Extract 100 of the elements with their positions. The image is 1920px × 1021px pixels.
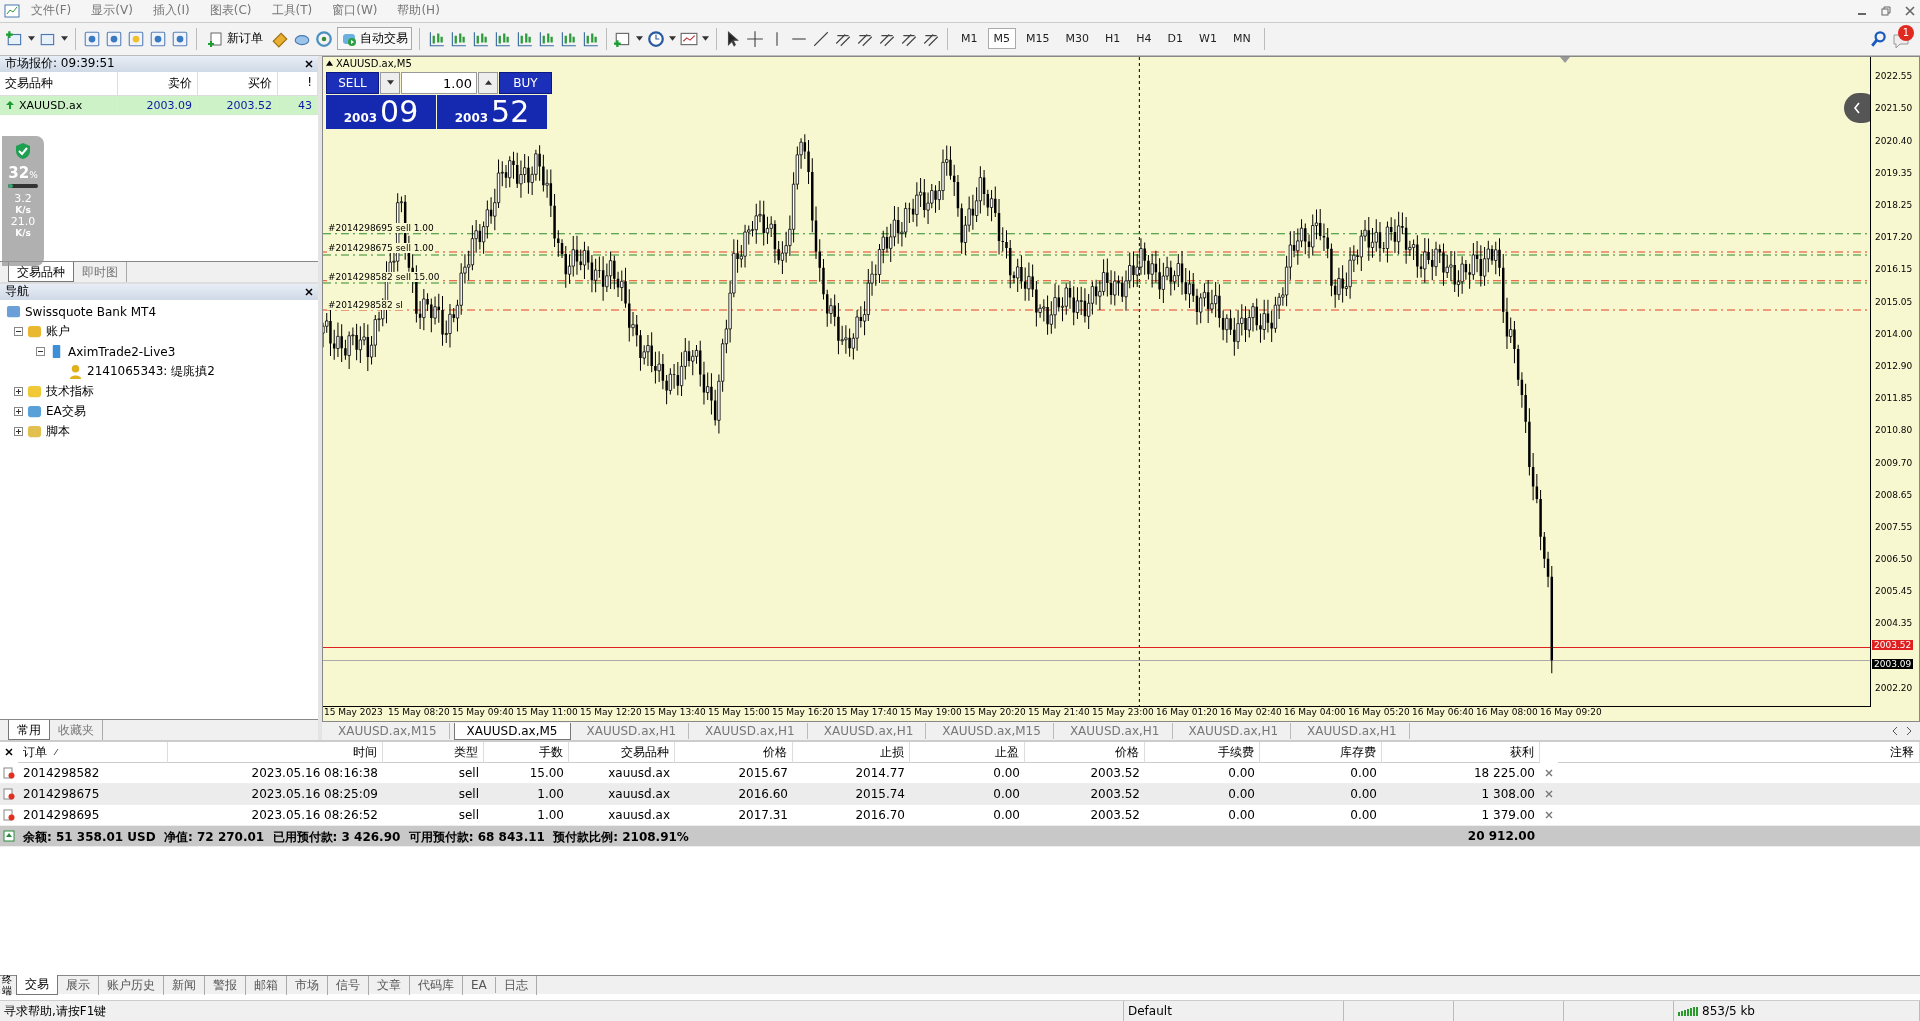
- column-header[interactable]: 注释: [1558, 742, 1920, 764]
- chart-tab[interactable]: XAUUSD.ax,M5: [453, 722, 571, 740]
- column-header[interactable]: 获利: [1382, 742, 1540, 764]
- terminal-tab[interactable]: 市场: [287, 975, 328, 995]
- sell-button[interactable]: SELL: [326, 71, 379, 94]
- caret-icon[interactable]: [669, 36, 676, 42]
- terminal-tab[interactable]: 警报: [205, 975, 246, 995]
- menu-item[interactable]: 显示(V): [82, 2, 142, 20]
- column-header[interactable]: 交易品种: [0, 71, 118, 96]
- column-header[interactable]: 手数: [484, 742, 569, 764]
- experts-icon: [27, 404, 42, 420]
- menu-item[interactable]: 文件(F): [22, 2, 81, 20]
- menu-item[interactable]: 插入(I): [143, 2, 199, 20]
- tree-item[interactable]: EA交易: [46, 403, 86, 421]
- tree-item[interactable]: 脚本: [46, 423, 70, 441]
- time-label: 15 May 17:40: [836, 707, 899, 720]
- terminal-tab[interactable]: 代码库: [410, 975, 463, 995]
- panel-tab[interactable]: 即时图: [74, 261, 127, 282]
- collapse-icon[interactable]: [36, 347, 45, 357]
- chart-tab[interactable]: XAUUSD.ax,H1: [693, 723, 808, 740]
- column-header[interactable]: 价格: [675, 742, 793, 764]
- signal-icon[interactable]: [315, 29, 333, 48]
- chart-tab[interactable]: XAUUSD.ax,H1: [1057, 723, 1173, 740]
- caret-icon[interactable]: [28, 36, 35, 42]
- expand-icon[interactable]: [14, 387, 23, 397]
- close-order-icon[interactable]: [1545, 811, 1553, 820]
- bid-price[interactable]: 2003 09: [326, 94, 436, 129]
- column-header[interactable]: !: [278, 71, 318, 96]
- column-header[interactable]: 交易品种: [569, 742, 675, 764]
- timeframe-button[interactable]: M30: [1059, 28, 1095, 50]
- terminal-tab[interactable]: 新闻: [164, 975, 205, 995]
- terminal-tab[interactable]: 日志: [495, 975, 537, 995]
- tree-item[interactable]: Swissquote Bank MT4: [25, 304, 156, 319]
- terminal-tab[interactable]: 文章: [369, 975, 410, 995]
- close-icon[interactable]: [305, 59, 313, 68]
- clock-icon[interactable]: [647, 29, 665, 48]
- column-header[interactable]: 止损: [793, 742, 910, 764]
- menu-item[interactable]: 图表(C): [200, 2, 261, 20]
- lots-up-button[interactable]: [478, 71, 498, 94]
- new-chart-icon[interactable]: [6, 29, 24, 48]
- timeframe-button[interactable]: D1: [1161, 28, 1190, 50]
- buy-button[interactable]: BUY: [499, 71, 552, 94]
- auto-trading-button[interactable]: 自动交易: [337, 27, 412, 51]
- column-header[interactable]: 时间: [168, 742, 383, 764]
- column-header[interactable]: 库存费: [1260, 742, 1382, 764]
- menu-item[interactable]: 窗口(W): [323, 2, 387, 20]
- tree-item[interactable]: 技术指标: [46, 383, 94, 401]
- timeframe-button[interactable]: M15: [1020, 28, 1056, 50]
- terminal-tab[interactable]: 信号: [328, 975, 369, 995]
- close-icon[interactable]: [5, 748, 13, 757]
- column-header[interactable]: 手续费: [1145, 742, 1260, 764]
- chart-tab[interactable]: XAUUSD.ax,M15: [930, 723, 1054, 740]
- chart-tab[interactable]: XAUUSD.ax,M15: [326, 723, 450, 740]
- column-header[interactable]: 卖价: [118, 71, 198, 96]
- collapse-button[interactable]: [1844, 92, 1870, 123]
- timeframe-button[interactable]: H4: [1130, 28, 1158, 50]
- chart-tab[interactable]: XAUUSD.ax,H1: [811, 723, 927, 740]
- tree-item[interactable]: 账户: [46, 323, 70, 341]
- timeframe-button[interactable]: M5: [987, 28, 1016, 50]
- terminal-tab[interactable]: 展示: [58, 975, 99, 995]
- column-header[interactable]: 止盈: [910, 742, 1025, 764]
- chart-tab[interactable]: XAUUSD.ax,H1: [1176, 723, 1292, 740]
- tree-item[interactable]: 2141065343: 缇庣搷2: [87, 363, 215, 381]
- panel-tab[interactable]: 常用: [8, 720, 50, 741]
- terminal-tab[interactable]: 交易: [16, 975, 58, 996]
- terminal-tab[interactable]: 邮箱: [246, 975, 287, 995]
- timeframe-button[interactable]: W1: [1193, 28, 1223, 50]
- chart-tab[interactable]: XAUUSD.ax,H1: [574, 723, 690, 740]
- expand-icon[interactable]: [14, 427, 23, 437]
- restore-icon[interactable]: [1880, 4, 1892, 17]
- scroll-right-icon[interactable]: [1904, 726, 1914, 737]
- new-order-button[interactable]: 新订单: [204, 27, 267, 51]
- terminal-tab[interactable]: 账户历史: [99, 975, 164, 995]
- chart-tab[interactable]: XAUUSD.ax,H1: [1295, 723, 1410, 740]
- close-order-icon[interactable]: [1545, 790, 1553, 799]
- close-order-icon[interactable]: [1545, 769, 1553, 778]
- search-icon[interactable]: [1870, 29, 1888, 48]
- caret-icon[interactable]: [61, 36, 68, 42]
- expand-icon[interactable]: [14, 407, 23, 417]
- column-header[interactable]: 订单: [18, 742, 168, 764]
- collapse-icon[interactable]: [14, 327, 23, 337]
- column-header[interactable]: 类型: [383, 742, 484, 764]
- ask-price[interactable]: 2003 52: [437, 94, 547, 129]
- trend-line-icon[interactable]: [812, 29, 830, 48]
- close-icon[interactable]: [305, 287, 313, 296]
- caret-icon[interactable]: [636, 36, 643, 42]
- tree-item[interactable]: AximTrade2-Live3: [68, 344, 176, 359]
- scroll-left-icon[interactable]: [1890, 726, 1900, 737]
- terminal-tab[interactable]: EA: [463, 977, 496, 994]
- menu-item[interactable]: 工具(T): [262, 2, 322, 20]
- caret-icon[interactable]: [702, 36, 709, 42]
- lots-field[interactable]: 1.00: [401, 71, 477, 94]
- bar-chart-icon[interactable]: [427, 29, 445, 48]
- menu-item[interactable]: 帮助(H): [388, 2, 449, 20]
- timeframe-button[interactable]: M1: [955, 28, 984, 50]
- timeframe-button[interactable]: MN: [1226, 28, 1257, 50]
- column-header[interactable]: 价格: [1025, 742, 1145, 764]
- timeframe-button[interactable]: H1: [1099, 28, 1127, 50]
- column-header[interactable]: 买价: [198, 71, 278, 96]
- lots-down-button[interactable]: [380, 71, 400, 94]
